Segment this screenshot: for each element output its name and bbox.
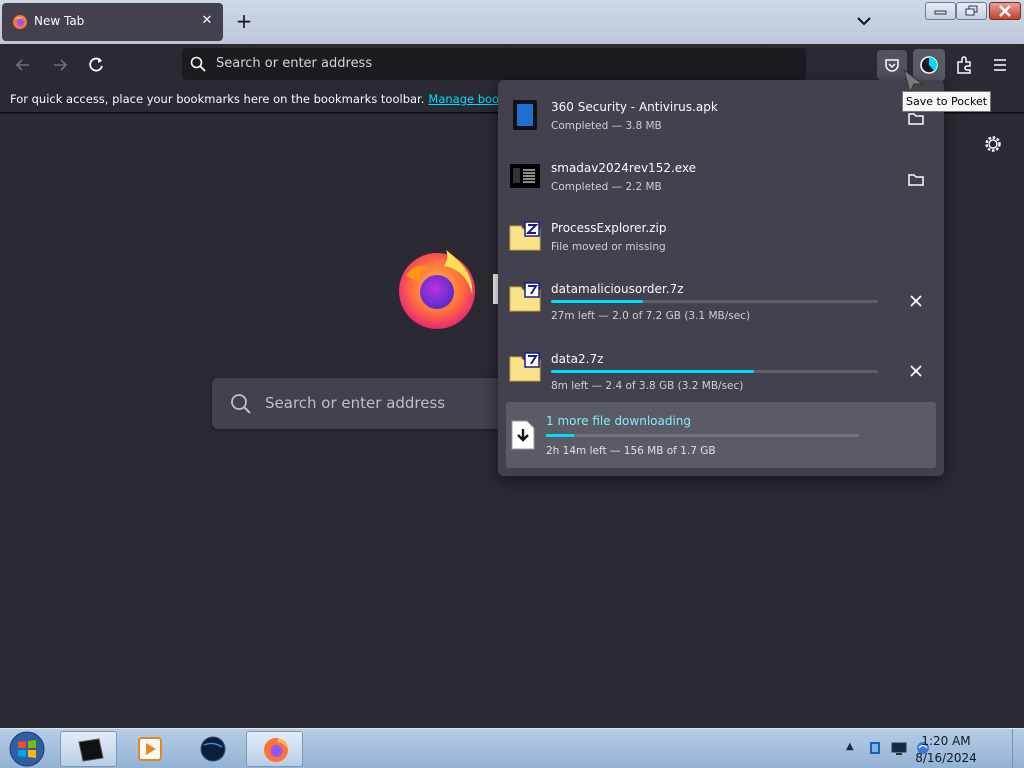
new-tab-search-box[interactable]: Search or enter address (212, 378, 512, 429)
download-item[interactable]: data2.7z 8m left — 2.4 of 3.8 GB (3.2 MB… (498, 348, 944, 406)
save-to-pocket-tooltip: Save to Pocket (902, 91, 992, 112)
security-tray-icon[interactable] (867, 740, 883, 756)
download-filename: smadav2024rev152.exe (551, 161, 697, 175)
taskbar-media-player[interactable] (121, 731, 178, 767)
apk-file-icon (513, 100, 537, 130)
cancel-icon[interactable] (903, 288, 929, 314)
zip-file-icon (509, 221, 541, 251)
7z-file-icon (509, 282, 541, 312)
downloads-panel: 360 Security - Antivirus.apk Completed —… (498, 80, 944, 476)
tab-new-tab[interactable]: New Tab ✕ (2, 3, 223, 41)
download-filename: data2.7z (551, 352, 604, 366)
media-player-icon (138, 737, 162, 761)
download-status: 27m left — 2.0 of 7.2 GB (3.1 MB/sec) (551, 310, 751, 322)
new-tab-search-placeholder: Search or enter address (265, 394, 446, 412)
download-progress-fill (551, 370, 754, 373)
search-icon (231, 394, 251, 414)
download-progress-bar (551, 300, 878, 303)
download-progress-fill (551, 300, 643, 303)
taskbar-terminal[interactable] (60, 731, 117, 767)
clock-time[interactable]: 1:20 AM (911, 734, 981, 748)
globe-icon (200, 736, 226, 762)
tab-strip: New Tab ✕ + (0, 0, 1024, 44)
download-item[interactable]: datamaliciousorder.7z 27m left — 2.0 of … (498, 278, 944, 336)
taskbar-firefox[interactable] (246, 731, 303, 767)
taskbar: ▲ 1:20 AM 8/16/2024 (0, 728, 1024, 768)
tab-title: New Tab (34, 14, 85, 28)
cancel-icon[interactable] (903, 358, 929, 384)
close-window-button[interactable] (989, 2, 1021, 20)
download-filename: 360 Security - Antivirus.apk (551, 100, 718, 114)
chevron-down-icon[interactable] (853, 10, 875, 32)
new-tab-button[interactable]: + (233, 10, 255, 32)
folder-icon[interactable] (903, 167, 929, 193)
download-status: 2h 14m left — 156 MB of 1.7 GB (546, 445, 716, 457)
more-downloads-label[interactable]: 1 more file downloading (546, 414, 691, 428)
7z-file-icon (509, 352, 541, 382)
more-downloads-item[interactable]: 1 more file downloading 2h 14m left — 15… (506, 402, 936, 468)
download-status: Completed — 2.2 MB (551, 181, 662, 193)
firefox-icon (13, 15, 27, 29)
start-button[interactable] (6, 730, 48, 768)
forward-arrow-icon[interactable] (49, 54, 71, 76)
restore-button[interactable] (956, 2, 987, 20)
bookmarks-hint: For quick access, place your bookmarks h… (10, 92, 553, 106)
menu-hamburger-icon[interactable] (989, 54, 1011, 76)
show-hidden-icons-icon[interactable]: ▲ (846, 741, 854, 752)
download-filename: datamaliciousorder.7z (551, 282, 684, 296)
download-file-icon (511, 420, 535, 450)
download-progress-bar (551, 370, 878, 373)
download-filename: ProcessExplorer.zip (551, 221, 667, 235)
taskbar-network-app[interactable] (184, 731, 241, 767)
reload-icon[interactable] (85, 54, 107, 76)
firefox-logo-icon (399, 250, 475, 329)
download-progress-bar (546, 434, 859, 437)
terminal-icon (78, 738, 104, 762)
gear-icon[interactable] (983, 134, 1003, 154)
download-status: 8m left — 2.4 of 3.8 GB (3.2 MB/sec) (551, 380, 744, 392)
download-status: File moved or missing (551, 241, 666, 253)
exe-file-icon (510, 164, 540, 188)
firefox-icon (264, 738, 288, 762)
search-icon (190, 56, 206, 72)
download-status: Completed — 3.8 MB (551, 120, 662, 132)
minimize-button[interactable] (925, 2, 956, 20)
download-item[interactable]: ProcessExplorer.zip File moved or missin… (498, 217, 944, 275)
bookmarks-hint-text: For quick access, place your bookmarks h… (10, 92, 425, 106)
close-tab-icon[interactable]: ✕ (197, 11, 217, 31)
extensions-icon[interactable] (953, 54, 975, 76)
clock-date[interactable]: 8/16/2024 (911, 751, 981, 765)
download-item[interactable]: 360 Security - Antivirus.apk Completed —… (498, 96, 944, 154)
monitor-tray-icon[interactable] (891, 740, 907, 756)
address-bar-placeholder: Search or enter address (216, 56, 373, 71)
address-bar[interactable]: Search or enter address (182, 48, 806, 80)
back-arrow-icon[interactable] (12, 54, 34, 76)
download-progress-fill (546, 434, 575, 437)
show-desktop-button[interactable] (1012, 729, 1024, 768)
download-item[interactable]: smadav2024rev152.exe Completed — 2.2 MB (498, 157, 944, 215)
